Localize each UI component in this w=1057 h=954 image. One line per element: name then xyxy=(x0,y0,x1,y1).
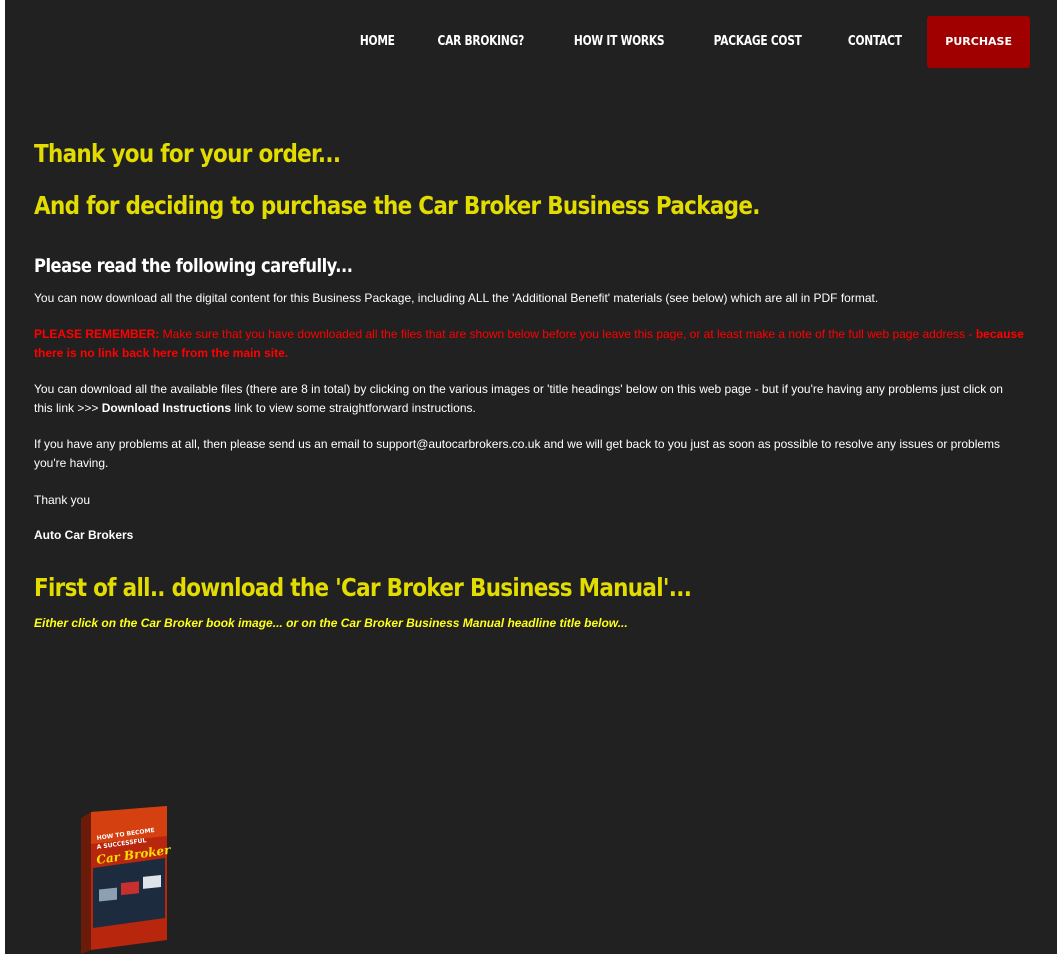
book-cover-icon: HOW TO BECOME A SUCCESSFUL Car Broker xyxy=(81,806,173,954)
main-content: Thank you for your order... And for deci… xyxy=(34,120,1024,633)
main-nav: HOME CAR BROKING? HOW IT WORKS PACKAGE C… xyxy=(336,16,1030,68)
nav-purchase-button[interactable]: PURCHASE xyxy=(927,16,1030,68)
read-carefully-heading: Please read the following carefully... xyxy=(34,255,353,277)
purchase-heading: And for deciding to purchase the Car Bro… xyxy=(34,191,760,220)
page-frame: HOME CAR BROKING? HOW IT WORKS PACKAGE C… xyxy=(5,0,1057,954)
book-cover-image[interactable]: HOW TO BECOME A SUCCESSFUL Car Broker xyxy=(75,806,173,954)
support-paragraph: If you have any problems at all, then pl… xyxy=(34,437,1001,470)
download-text-after: link to view some straightforward instru… xyxy=(231,401,476,415)
thank-you-heading: Thank you for your order... xyxy=(34,139,341,168)
reminder-label: PLEASE REMEMBER: xyxy=(34,327,160,341)
thank-you-text: Thank you xyxy=(34,493,91,507)
reminder-paragraph: PLEASE REMEMBER: Make sure that you have… xyxy=(34,325,1024,363)
nav-how-it-works[interactable]: HOW IT WORKS xyxy=(566,16,673,68)
nav-contact[interactable]: CONTACT xyxy=(839,16,909,68)
reminder-text: Make sure that you have downloaded all t… xyxy=(159,327,976,341)
intro-paragraph: You can now download all the digital con… xyxy=(34,291,879,305)
nav-car-broking[interactable]: CAR BROKING? xyxy=(430,16,533,68)
manual-instruction: Either click on the Car Broker book imag… xyxy=(34,616,628,630)
download-paragraph: You can download all the available files… xyxy=(34,380,1024,418)
download-instructions-link[interactable]: Download Instructions xyxy=(102,401,231,415)
manual-heading: First of all.. download the 'Car Broker … xyxy=(34,573,692,602)
nav-home[interactable]: HOME xyxy=(352,16,403,68)
nav-package-cost[interactable]: PACKAGE COST xyxy=(706,16,810,68)
signature: Auto Car Brokers xyxy=(34,528,134,542)
